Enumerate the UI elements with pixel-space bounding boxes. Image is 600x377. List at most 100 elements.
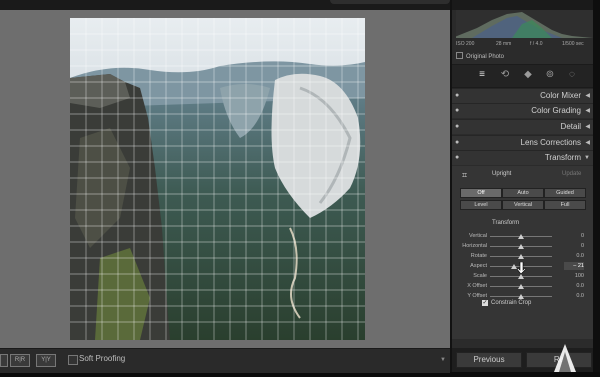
before-after-button[interactable]: Y|Y xyxy=(36,354,56,367)
crop-rotate-icon[interactable]: ⟲ xyxy=(497,68,513,82)
histogram xyxy=(452,10,593,38)
slider-horizontal[interactable]: Horizontal 0 xyxy=(452,242,593,250)
slider-track[interactable] xyxy=(490,294,552,299)
collapse-arrow-icon[interactable]: ◀ xyxy=(585,136,590,150)
iso-value: ISO 200 xyxy=(456,41,475,47)
upright-full-button[interactable]: Full xyxy=(544,200,586,210)
channel-logo xyxy=(550,344,580,377)
histogram-graph xyxy=(452,10,593,38)
original-photo-toggle[interactable]: Original Photo xyxy=(456,52,504,60)
slider-thumb[interactable] xyxy=(518,294,524,299)
slider-thumb[interactable] xyxy=(518,234,524,239)
slider-value[interactable]: – 21 xyxy=(564,262,584,270)
slider-thumb[interactable] xyxy=(518,284,524,289)
slider-value[interactable]: 100 xyxy=(564,272,584,280)
slider-thumb[interactable] xyxy=(510,264,517,269)
constrain-crop-label: Constrain Crop xyxy=(491,300,532,306)
upright-vertical-button[interactable]: Vertical xyxy=(502,200,544,210)
slider-value[interactable]: 0.0 xyxy=(564,292,584,300)
image-canvas[interactable] xyxy=(0,10,450,348)
slider-value[interactable]: 0 xyxy=(564,242,584,250)
slider-label: Scale xyxy=(473,273,487,279)
slider-value[interactable]: 0 xyxy=(564,232,584,240)
soft-proofing-label: Soft Proofing xyxy=(79,354,126,363)
slider-thumb[interactable] xyxy=(518,274,524,279)
slider-thumb[interactable] xyxy=(518,244,524,249)
slider-label: Aspect xyxy=(470,263,487,269)
masking-icon[interactable]: ◌ xyxy=(564,68,580,82)
visibility-eye-icon[interactable]: ● xyxy=(455,104,459,118)
slider-track[interactable] xyxy=(490,274,552,279)
upright-row: ⌗ Upright Update xyxy=(452,166,593,184)
exif-info: ISO 200 28 mm f / 4.0 1/500 sec xyxy=(452,38,593,50)
top-bar xyxy=(0,0,600,10)
section-detail[interactable]: ● Detail ◀ xyxy=(452,119,593,134)
original-photo-label: Original Photo xyxy=(466,54,505,60)
upright-off-button[interactable]: Off xyxy=(460,188,502,198)
constrain-crop-toggle[interactable]: ✓ Constrain Crop xyxy=(482,300,531,306)
visibility-eye-icon[interactable]: ● xyxy=(455,151,459,165)
visibility-eye-icon[interactable]: ● xyxy=(455,120,459,134)
section-color-grading[interactable]: ● Color Grading ◀ xyxy=(452,103,593,118)
visibility-eye-icon[interactable]: ● xyxy=(455,89,459,103)
expand-arrow-icon[interactable]: ▼ xyxy=(584,151,590,165)
section-color-mixer[interactable]: ● Color Mixer ◀ xyxy=(452,88,593,103)
bottom-toolbar: R|R Y|Y Soft Proofing ▼ xyxy=(0,348,450,373)
original-photo-checkbox[interactable] xyxy=(456,52,463,59)
tool-strip: ≡ ⟲ ◆ ⊚ ◌ xyxy=(452,64,593,88)
previous-button[interactable]: Previous xyxy=(456,352,522,368)
upright-tool-icon[interactable]: ⌗ xyxy=(462,170,467,181)
upright-buttons-row-1: Off Auto Guided xyxy=(460,188,586,198)
update-button[interactable]: Update xyxy=(562,171,581,177)
slider-x-offset[interactable]: X Offset 0.0 xyxy=(452,282,593,290)
red-eye-icon[interactable]: ⊚ xyxy=(542,68,558,82)
slider-track[interactable] xyxy=(490,234,552,239)
slider-label: Horizontal xyxy=(462,243,487,249)
section-label: Detail xyxy=(560,122,581,131)
slider-track[interactable] xyxy=(490,254,552,259)
slider-label: X Offset xyxy=(467,283,487,289)
landscape-photo xyxy=(70,18,365,340)
section-lens-corrections[interactable]: ● Lens Corrections ◀ xyxy=(452,135,593,150)
focal-length: 28 mm xyxy=(496,41,512,47)
healing-brush-icon[interactable]: ◆ xyxy=(520,68,536,82)
collapse-arrow-icon[interactable]: ◀ xyxy=(585,104,590,118)
upright-auto-button[interactable]: Auto xyxy=(502,188,544,198)
upright-guided-button[interactable]: Guided xyxy=(544,188,586,198)
edit-sliders-icon[interactable]: ≡ xyxy=(474,68,490,82)
toolbar-menu-icon[interactable]: ▼ xyxy=(440,357,446,363)
section-label: Color Grading xyxy=(531,106,581,115)
shutter-speed: 1/500 sec xyxy=(562,41,584,47)
transform-subtitle: Transform xyxy=(492,220,520,226)
soft-proofing-checkbox[interactable] xyxy=(68,355,78,365)
section-label: Transform xyxy=(544,153,581,162)
upright-label: Upright xyxy=(492,171,512,177)
transform-panel-body: ⌗ Upright Update Off Auto Guided Level V… xyxy=(452,166,593,339)
constrain-crop-checkbox[interactable]: ✓ xyxy=(482,300,488,306)
slider-thumb[interactable] xyxy=(518,254,524,259)
view-mode-icon[interactable] xyxy=(0,354,8,367)
section-label: Lens Corrections xyxy=(520,138,581,147)
slider-track[interactable] xyxy=(490,284,552,289)
right-edge xyxy=(593,0,600,372)
slider-label: Vertical xyxy=(468,233,487,239)
slider-value[interactable]: 0.0 xyxy=(564,282,584,290)
collapse-arrow-icon[interactable]: ◀ xyxy=(585,89,590,103)
compare-view-button[interactable]: R|R xyxy=(10,354,30,367)
slider-value[interactable]: 0.0 xyxy=(564,252,584,260)
develop-panel: ISO 200 28 mm f / 4.0 1/500 sec Original… xyxy=(452,10,593,348)
slider-label: Rotate xyxy=(470,253,487,259)
slider-vertical[interactable]: Vertical 0 xyxy=(452,232,593,240)
collapse-arrow-icon[interactable]: ◀ xyxy=(585,120,590,134)
section-label: Color Mixer xyxy=(540,91,581,100)
photo-with-transform-grid[interactable] xyxy=(70,18,365,340)
section-transform[interactable]: ● Transform ▼ xyxy=(452,150,593,165)
slider-rotate[interactable]: Rotate 0.0 xyxy=(452,252,593,260)
upright-buttons-row-2: Level Vertical Full xyxy=(460,200,586,210)
top-notch xyxy=(330,0,450,4)
visibility-eye-icon[interactable]: ● xyxy=(455,136,459,150)
slider-y-offset[interactable]: Y Offset 0.0 xyxy=(452,292,593,300)
upright-level-button[interactable]: Level xyxy=(460,200,502,210)
aperture-value: f / 4.0 xyxy=(530,41,543,47)
slider-track[interactable] xyxy=(490,244,552,249)
